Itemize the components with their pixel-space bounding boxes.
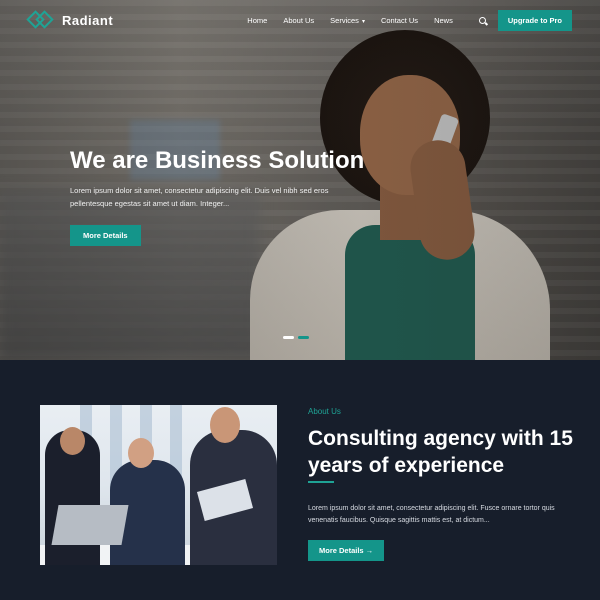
nav-news[interactable]: News: [434, 16, 453, 25]
nav-services[interactable]: Services ▾: [330, 16, 365, 25]
hero-section: Radiant Home About Us Services ▾ Contact …: [0, 0, 600, 360]
about-more-details-button[interactable]: More Details →: [308, 540, 385, 561]
hero-overlay: [0, 0, 600, 360]
about-title: Consulting agency with 15 years of exper…: [308, 427, 573, 477]
chevron-down-icon: ▾: [361, 18, 365, 25]
main-menu: Home About Us Services ▾ Contact Us News …: [231, 9, 572, 31]
hero-title: We are Business Solution: [70, 147, 365, 174]
nav-services-label: Services: [330, 15, 359, 25]
title-underline: [308, 481, 334, 483]
nav-about[interactable]: About Us: [283, 16, 314, 25]
slider-dots: [283, 336, 309, 339]
about-section: About Us Consulting agency with 15 years…: [0, 360, 600, 600]
nav-contact[interactable]: Contact Us: [381, 16, 418, 25]
logo-icon: [26, 10, 54, 29]
slider-dot[interactable]: [283, 336, 294, 339]
hero-text: Lorem ipsum dolor sit amet, consectetur …: [70, 186, 329, 208]
about-tag: About Us: [308, 407, 341, 416]
logo-text: Radiant: [62, 12, 114, 28]
slider-dot-active[interactable]: [298, 336, 309, 339]
search-icon[interactable]: [478, 16, 486, 24]
navbar: Radiant Home About Us Services ▾ Contact …: [0, 0, 600, 40]
upgrade-button[interactable]: Upgrade to Pro: [497, 9, 572, 31]
hero-more-details-button[interactable]: More Details: [70, 225, 141, 246]
about-text: Lorem ipsum dolor sit amet, consectetur …: [308, 505, 555, 524]
nav-home[interactable]: Home: [247, 16, 267, 25]
about-team-image: [40, 405, 277, 565]
logo[interactable]: Radiant: [26, 10, 114, 29]
